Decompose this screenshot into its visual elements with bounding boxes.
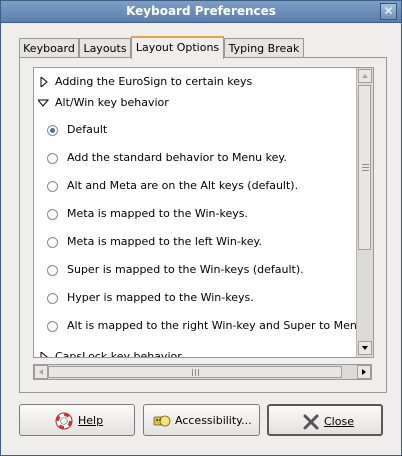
group-row-altwin[interactable]: Alt/Win key behavior [34,95,354,111]
grip-line [192,369,193,376]
radio-button[interactable] [47,265,58,276]
tab-keyboard[interactable]: Keyboard [19,38,79,58]
radio-selected[interactable] [47,125,58,136]
option-row[interactable]: Meta is mapped to the left Win-key. [34,234,354,250]
keyboard-preferences-window: Keyboard Preferences ✕ Keyboard Layouts … [0,0,402,456]
option-label: Meta is mapped to the Win-keys. [67,207,248,220]
window-title: Keyboard Preferences [126,4,276,18]
radio-button[interactable] [47,181,58,192]
tab-layouts[interactable]: Layouts [79,38,131,58]
tab-strip: Keyboard Layouts Layout Options Typing B… [19,36,389,59]
option-row[interactable]: Add the standard behavior to Menu key. [34,150,354,166]
grip-line [362,164,369,165]
layout-options-panel: Adding the EuroSign to certain keys Alt/… [19,57,387,393]
option-label: Alt and Meta are on the Alt keys (defaul… [67,179,299,192]
tab-layout-options[interactable]: Layout Options [131,36,224,59]
option-row[interactable]: Alt and Meta are on the Alt keys (defaul… [34,178,354,194]
scroll-right-button[interactable] [357,365,371,379]
expander-collapsed-icon[interactable] [40,77,48,87]
accessibility-icon [153,415,171,427]
scroll-left-button[interactable] [34,365,48,379]
option-label: Super is mapped to the Win-keys (default… [67,263,304,276]
arrow-left-icon [39,369,43,375]
group-row-eurosign[interactable]: Adding the EuroSign to certain keys [34,74,354,90]
arrow-up-icon [362,74,368,78]
scroll-up-button[interactable] [358,69,372,83]
expander-collapsed-icon[interactable] [40,352,48,358]
radio-button[interactable] [47,209,58,220]
radio-button[interactable] [47,237,58,248]
title-bar[interactable]: Keyboard Preferences ✕ [1,1,401,23]
lifebuoy-icon [55,412,73,430]
expander-expanded-icon[interactable] [38,99,49,107]
group-label: CapsLock key behavior [55,350,182,358]
help-label: Help [78,414,104,427]
vertical-scrollbar[interactable] [356,68,373,357]
option-row[interactable]: Hyper is mapped to the Win-keys. [34,290,354,306]
radio-button[interactable] [47,293,58,304]
grip-line [362,170,369,171]
help-button[interactable]: Help [19,404,135,436]
horizontal-scrollbar[interactable] [33,364,372,380]
group-label: Alt/Win key behavior [55,96,169,109]
grip-line [198,369,199,376]
option-label: Alt is mapped to the right Win-key and S… [67,319,368,332]
arrow-right-icon [362,369,366,375]
close-button[interactable]: Close [267,404,383,436]
option-label: Default [67,123,108,136]
option-label: Hyper is mapped to the Win-keys. [67,291,254,304]
option-label: Add the standard behavior to Menu key. [67,151,287,164]
scroll-down-button[interactable] [358,341,372,355]
group-label: Adding the EuroSign to certain keys [55,75,253,88]
radio-button[interactable] [47,153,58,164]
option-row[interactable]: Default [34,122,354,138]
grip-line [362,167,369,168]
option-row[interactable]: Super is mapped to the Win-keys (default… [34,262,354,278]
options-tree: Adding the EuroSign to certain keys Alt/… [33,67,374,358]
tab-typing-break[interactable]: Typing Break [224,38,304,58]
option-row[interactable]: Meta is mapped to the Win-keys. [34,206,354,222]
group-row-capslock[interactable]: CapsLock key behavior [34,349,354,358]
option-label: Meta is mapped to the left Win-key. [67,235,262,248]
close-label: Close [324,415,354,428]
vertical-scroll-thumb[interactable] [358,85,371,250]
option-row[interactable]: Alt is mapped to the right Win-key and S… [34,318,367,334]
arrow-down-icon [362,346,368,350]
radio-button[interactable] [47,321,58,332]
accessibility-label: Accessibility... [175,414,252,427]
close-x-icon [303,414,319,430]
accessibility-button[interactable]: Accessibility... [143,404,260,436]
grip-line [195,369,196,376]
horizontal-scroll-thumb[interactable] [48,366,342,378]
window-close-button[interactable]: ✕ [380,3,397,20]
